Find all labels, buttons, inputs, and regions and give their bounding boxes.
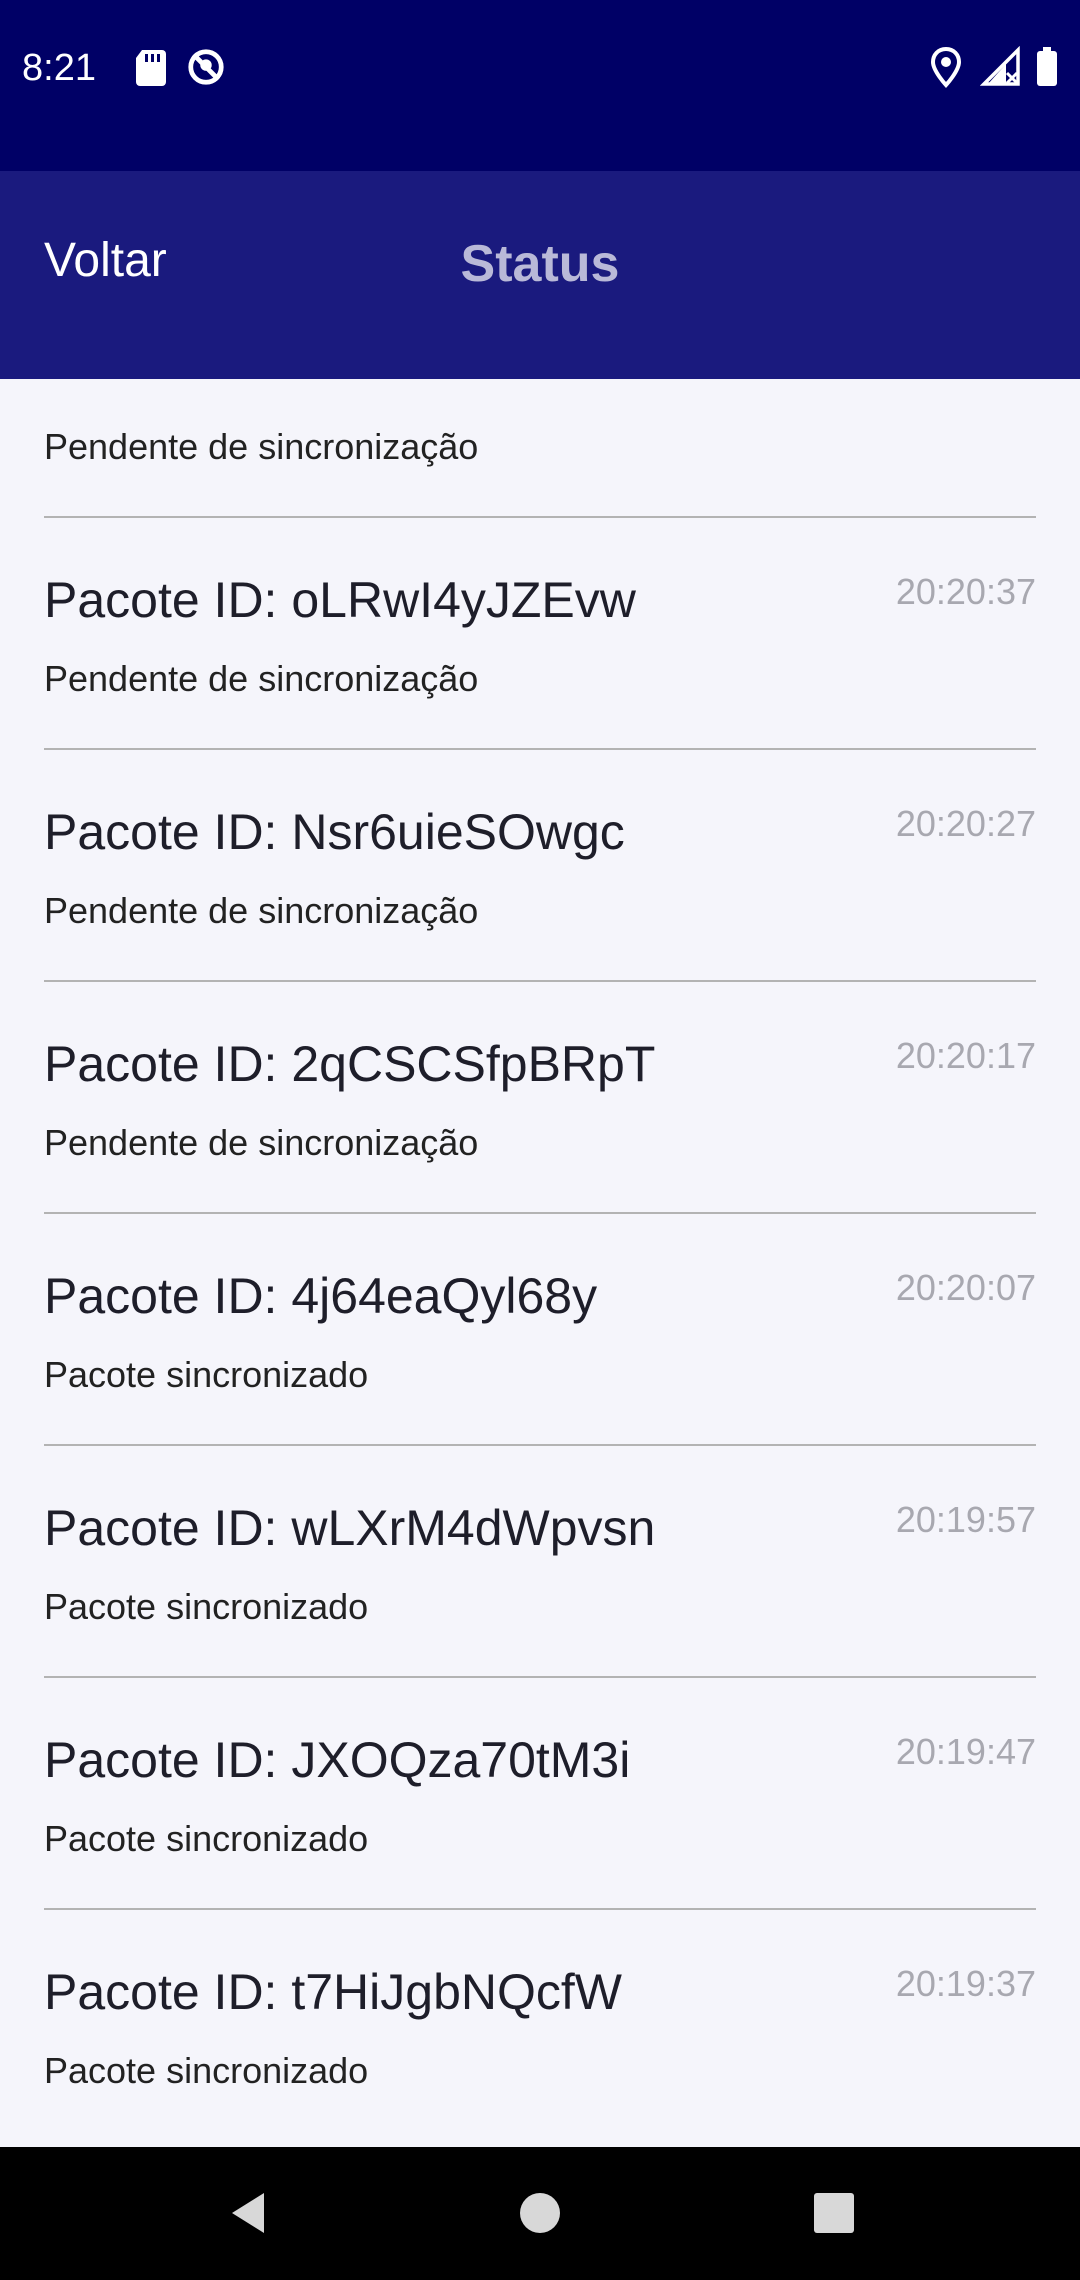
recents-icon: [814, 2193, 854, 2233]
list-item[interactable]: Pacote ID: wLXrM4dWpvsn 20:19:57 Pacote …: [0, 1446, 1080, 1678]
signal-no-data-icon: [980, 46, 1020, 86]
package-id: Pacote ID: t7HiJgbNQcfW: [44, 1964, 622, 2020]
package-status: Pacote sincronizado: [44, 1586, 369, 1627]
package-time: 20:19:57: [895, 1499, 1036, 1540]
package-id: Pacote ID: JXOQza70tM3i: [44, 1732, 631, 1788]
battery-icon: [1037, 47, 1057, 86]
list-item[interactable]: Pacote ID: oLRwI4yJZEvw 20:20:37 Pendent…: [0, 518, 1080, 750]
vpn-no-location-icon: [188, 49, 224, 85]
home-icon: [520, 2193, 560, 2233]
nav-recents-button[interactable]: [754, 2147, 914, 2280]
package-time: 20:20:27: [895, 803, 1036, 844]
list-header: Pendente de sincronização: [0, 379, 1080, 518]
package-status: Pendente de sincronização: [44, 658, 479, 699]
package-id: Pacote ID: oLRwI4yJZEvw: [44, 572, 636, 628]
app-bar: Status Voltar: [0, 171, 1080, 379]
list-item[interactable]: Pacote ID: Nsr6uieSOwgc 20:20:27 Pendent…: [0, 750, 1080, 982]
status-bar: 8:21: [0, 0, 1080, 171]
list-item[interactable]: Pacote ID: 2qCSCSfpBRpT 20:20:17 Pendent…: [0, 982, 1080, 1214]
package-status: Pendente de sincronização: [44, 1122, 479, 1163]
package-status: Pacote sincronizado: [44, 1354, 369, 1395]
sd-card-icon: [136, 50, 166, 86]
navigation-bar: [0, 2147, 1080, 2280]
status-time: 8:21: [22, 47, 96, 89]
package-id: Pacote ID: Nsr6uieSOwgc: [44, 804, 625, 860]
package-id: Pacote ID: wLXrM4dWpvsn: [44, 1500, 656, 1556]
list-item[interactable]: Pacote ID: 4j64eaQyl68y 20:20:07 Pacote …: [0, 1214, 1080, 1446]
package-time: 20:20:07: [895, 1267, 1036, 1308]
package-time: 20:20:17: [895, 1035, 1036, 1076]
package-time: 20:19:47: [895, 1731, 1036, 1772]
list-item[interactable]: Pacote ID: JXOQza70tM3i 20:19:47 Pacote …: [0, 1678, 1080, 1910]
package-time: 20:20:37: [895, 571, 1036, 612]
package-status: Pendente de sincronização: [44, 890, 479, 931]
list-header-status: Pendente de sincronização: [44, 426, 479, 467]
back-button[interactable]: Voltar: [44, 231, 167, 291]
nav-back-button[interactable]: [170, 2147, 330, 2280]
package-status: Pacote sincronizado: [44, 2050, 369, 2091]
status-list[interactable]: Pendente de sincronização Pacote ID: oLR…: [0, 379, 1080, 2147]
package-id: Pacote ID: 2qCSCSfpBRpT: [44, 1036, 656, 1092]
list-item[interactable]: Pacote ID: t7HiJgbNQcfW 20:19:37 Pacote …: [0, 1910, 1080, 2142]
back-icon: [232, 2193, 264, 2233]
location-icon: [930, 46, 962, 88]
package-time: 20:19:37: [895, 1963, 1036, 2004]
package-status: Pacote sincronizado: [44, 1818, 369, 1859]
package-id: Pacote ID: 4j64eaQyl68y: [44, 1268, 598, 1324]
nav-home-button[interactable]: [460, 2147, 620, 2280]
